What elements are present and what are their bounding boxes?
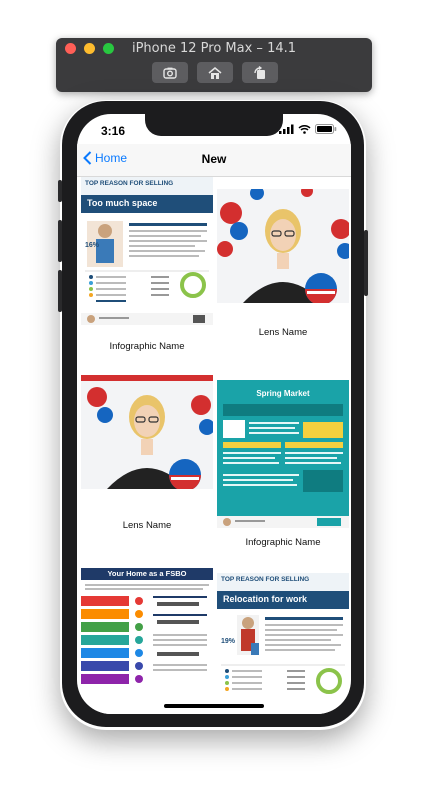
home-icon xyxy=(208,66,222,79)
infographic-graphic xyxy=(81,568,213,684)
grid-item-infographic-4[interactable]: 19% TOP REASON FOR SELLING Relocation fo… xyxy=(217,573,349,714)
wifi-icon xyxy=(298,125,311,134)
camera-icon xyxy=(163,67,177,79)
infographic-thumbnail: Spring Market xyxy=(217,380,349,528)
lens-graphic xyxy=(81,375,213,489)
infographic-subheading: Relocation for work xyxy=(223,594,308,604)
home-button[interactable] xyxy=(197,62,233,83)
navigation-bar: Home New xyxy=(77,144,351,177)
grid-item-caption: Infographic Name xyxy=(245,537,321,548)
nav-title: New xyxy=(201,152,227,166)
svg-text:19%: 19% xyxy=(221,638,236,645)
status-icons xyxy=(279,124,337,134)
collection-grid: 16% TOP REASON FOR SELLING Too much spac… xyxy=(77,177,351,714)
notch xyxy=(145,114,283,136)
grid-item-infographic-3[interactable]: Your Home as a FSBO xyxy=(81,568,213,714)
simulator-title: iPhone 12 Pro Max – 14.1 xyxy=(131,41,297,56)
status-time: 3:16 xyxy=(101,124,126,138)
grid-item-lens-2[interactable]: Lens Name xyxy=(81,375,213,531)
cellular-signal-icon xyxy=(279,124,294,134)
power-button xyxy=(364,230,368,296)
infographic-heading: Spring Market xyxy=(256,389,310,398)
rotate-button[interactable] xyxy=(242,62,278,83)
screenshot-button[interactable] xyxy=(152,62,188,83)
infographic-thumbnail: 19% TOP REASON FOR SELLING Relocation fo… xyxy=(217,573,349,714)
device-screen: 3:16 Home New 16% TOP REASON FOR SELLING… xyxy=(77,114,351,714)
lens-thumbnail xyxy=(217,189,349,303)
infographic-graphic xyxy=(217,380,349,528)
simulator-toolbar: iPhone 12 Pro Max – 14.1 xyxy=(56,38,372,92)
infographic-heading: Your Home as a FSBO xyxy=(107,569,187,578)
lens-graphic xyxy=(217,189,349,303)
svg-text:16%: 16% xyxy=(85,242,100,249)
lens-thumbnail xyxy=(81,375,213,489)
infographic-thumbnail: 16% TOP REASON FOR SELLING Too much spac… xyxy=(81,177,213,325)
rotate-icon xyxy=(254,65,265,79)
infographic-thumbnail: Your Home as a FSBO xyxy=(81,568,213,714)
grid-item-lens-1[interactable]: Lens Name xyxy=(217,189,349,338)
grid-item-infographic-1[interactable]: 16% TOP REASON FOR SELLING Too much spac… xyxy=(81,177,213,352)
infographic-heading: TOP REASON FOR SELLING xyxy=(85,180,174,187)
grid-item-caption: Infographic Name xyxy=(109,341,185,352)
infographic-heading: TOP REASON FOR SELLING xyxy=(221,576,310,583)
grid-item-caption: Lens Name xyxy=(122,520,172,531)
grid-item-infographic-2[interactable]: Spring Market Infographic Name xyxy=(217,380,349,548)
battery-icon xyxy=(315,124,337,134)
grid-item-caption: Lens Name xyxy=(258,327,308,338)
infographic-subheading: Too much space xyxy=(87,198,158,208)
home-indicator[interactable] xyxy=(164,704,264,708)
